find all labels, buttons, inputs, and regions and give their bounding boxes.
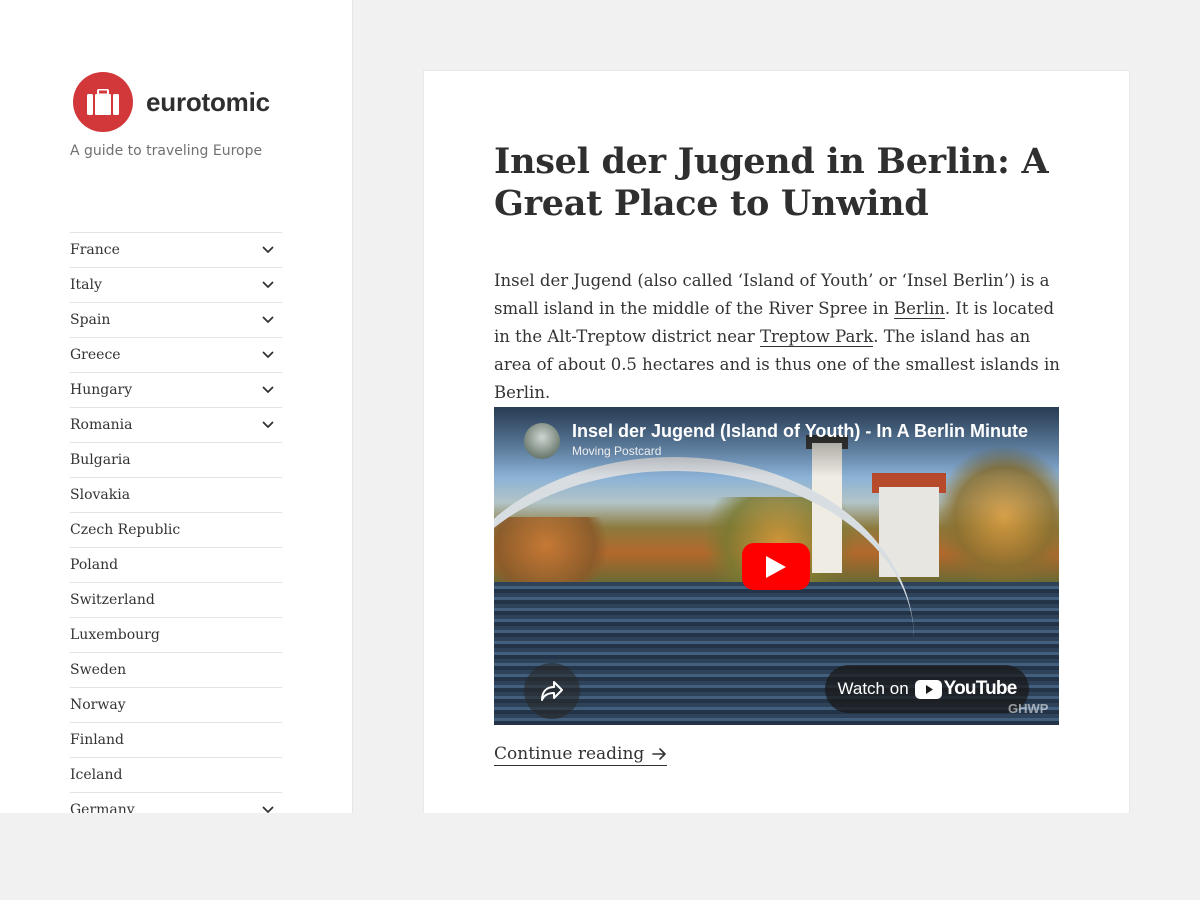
chevron-down-icon [262, 806, 274, 813]
menu-item-finland[interactable]: Finland [70, 722, 282, 757]
chevron-down-icon [262, 421, 274, 428]
site-branding: eurotomic A guide to traveling Europe [70, 72, 330, 159]
video-channel[interactable]: Moving Postcard [572, 444, 661, 458]
menu-item-label[interactable]: Italy [70, 277, 102, 293]
post-title[interactable]: Insel der Jugend in Berlin: A Great Plac… [494, 141, 1054, 225]
channel-avatar[interactable] [524, 423, 560, 459]
submenu-toggle[interactable] [258, 275, 278, 295]
suitcase-icon [87, 89, 119, 115]
submenu-toggle[interactable] [258, 800, 278, 813]
menu-item-poland[interactable]: Poland [70, 547, 282, 582]
menu-item-label[interactable]: Iceland [70, 767, 122, 783]
menu-item-label[interactable]: Poland [70, 557, 118, 573]
youtube-icon [914, 679, 942, 699]
menu-item-switzerland[interactable]: Switzerland [70, 582, 282, 617]
berlin-link[interactable]: Berlin [893, 299, 945, 319]
menu-item-sweden[interactable]: Sweden [70, 652, 282, 687]
chevron-down-icon [262, 351, 274, 358]
youtube-embed[interactable]: Insel der Jugend (Island of Youth) - In … [494, 407, 1059, 725]
viewport: eurotomic A guide to traveling Europe Fr… [0, 0, 1200, 813]
submenu-toggle[interactable] [258, 240, 278, 260]
video-title[interactable]: Insel der Jugend (Island of Youth) - In … [572, 421, 1032, 442]
video-title-overlay [494, 407, 1059, 477]
menu-item-label[interactable]: Luxembourg [70, 627, 160, 643]
menu-item-greece[interactable]: Greece [70, 337, 282, 372]
submenu-toggle[interactable] [258, 345, 278, 365]
youtube-wordmark: YouTube [943, 678, 1018, 699]
submenu-toggle[interactable] [258, 380, 278, 400]
menu-item-italy[interactable]: Italy [70, 267, 282, 302]
chevron-down-icon [262, 246, 274, 253]
menu-item-slovakia[interactable]: Slovakia [70, 477, 282, 512]
menu-item-label[interactable]: Bulgaria [70, 452, 131, 468]
menu-item-label[interactable]: Germany [70, 802, 135, 813]
menu-item-label[interactable]: Hungary [70, 382, 132, 398]
menu-item-label[interactable]: Romania [70, 417, 132, 433]
menu-item-label[interactable]: Greece [70, 347, 121, 363]
menu-item-label[interactable]: France [70, 242, 120, 258]
continue-reading-label: Continue reading [494, 744, 645, 764]
site-description: A guide to traveling Europe [70, 143, 263, 159]
share-button[interactable] [524, 663, 580, 719]
submenu-toggle[interactable] [258, 310, 278, 330]
main-menu: France Italy Spain Greece Hungary Romania Bulg… [70, 232, 282, 813]
menu-item-bulgaria[interactable]: Bulgaria [70, 442, 282, 477]
menu-item-label[interactable]: Norway [70, 697, 126, 713]
watch-on-label: Watch on [837, 679, 909, 698]
youtube-logo: YouTube [914, 678, 1018, 700]
menu-item-label[interactable]: Sweden [70, 662, 126, 678]
menu-item-romania[interactable]: Romania [70, 407, 282, 442]
sidebar: eurotomic A guide to traveling Europe Fr… [0, 0, 353, 813]
menu-item-france[interactable]: France [70, 232, 282, 267]
post-card: Insel der Jugend in Berlin: A Great Plac… [423, 70, 1130, 813]
play-icon [766, 555, 786, 578]
logo-row: eurotomic [70, 72, 330, 132]
video-watermark: GHWP [1008, 701, 1049, 716]
menu-item-hungary[interactable]: Hungary [70, 372, 282, 407]
submenu-toggle[interactable] [258, 415, 278, 435]
menu-item-iceland[interactable]: Iceland [70, 757, 282, 792]
site-logo[interactable] [73, 72, 133, 132]
play-button[interactable] [742, 543, 810, 590]
menu-item-germany[interactable]: Germany [70, 792, 282, 813]
chevron-down-icon [262, 386, 274, 393]
chevron-down-icon [262, 316, 274, 323]
menu-item-label[interactable]: Switzerland [70, 592, 155, 608]
menu-item-spain[interactable]: Spain [70, 302, 282, 337]
arrow-right-icon [651, 748, 666, 760]
post-excerpt: Insel der Jugend (also called ‘Island of… [494, 267, 1064, 407]
site-title[interactable]: eurotomic [146, 87, 270, 118]
share-icon [541, 681, 563, 701]
menu-item-czech-republic[interactable]: Czech Republic [70, 512, 282, 547]
menu-item-label[interactable]: Spain [70, 312, 110, 328]
watch-on-youtube-button[interactable]: Watch on YouTube [825, 665, 1029, 713]
menu-item-label[interactable]: Slovakia [70, 487, 130, 503]
menu-item-label[interactable]: Finland [70, 732, 124, 748]
continue-reading-link[interactable]: Continue reading [494, 744, 667, 766]
menu-item-norway[interactable]: Norway [70, 687, 282, 722]
menu-item-luxembourg[interactable]: Luxembourg [70, 617, 282, 652]
menu-item-label[interactable]: Czech Republic [70, 522, 180, 538]
chevron-down-icon [262, 281, 274, 288]
treptow-park-link[interactable]: Treptow Park [759, 327, 874, 347]
